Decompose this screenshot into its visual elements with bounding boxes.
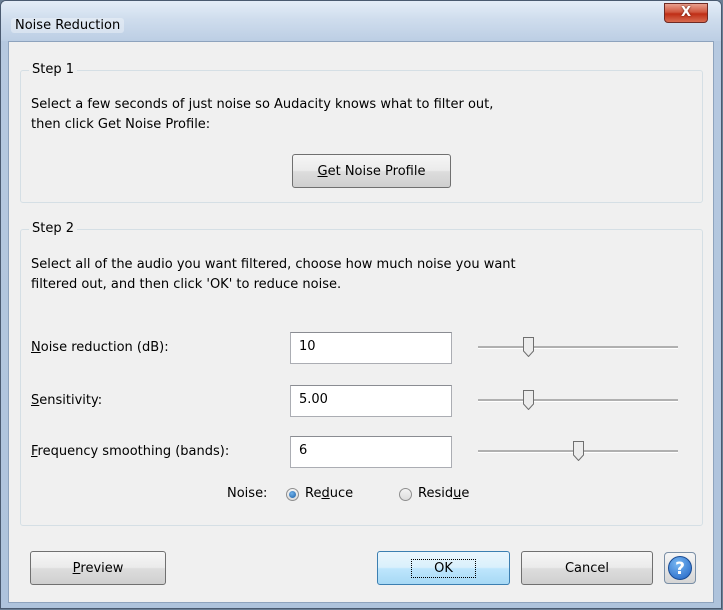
window-title: Noise Reduction bbox=[11, 18, 125, 33]
ok-button[interactable]: OK bbox=[377, 551, 510, 585]
get-noise-profile-label: et Noise Profile bbox=[327, 163, 426, 179]
dialog-client-area: Step 1 Select a few seconds of just nois… bbox=[8, 41, 714, 603]
title-bar[interactable]: Noise Reduction X bbox=[1, 1, 721, 41]
step1-instruction-line1: Select a few seconds of just noise so Au… bbox=[31, 97, 494, 112]
noise-reduction-field[interactable]: 10 bbox=[290, 332, 452, 364]
step2-instruction-line1: Select all of the audio you want filtere… bbox=[31, 257, 516, 272]
help-icon: ? bbox=[668, 556, 692, 580]
reduce-radio[interactable] bbox=[286, 488, 299, 501]
preview-button[interactable]: Preview bbox=[30, 551, 166, 585]
step1-instruction-line2: then click Get Noise Profile: bbox=[31, 117, 211, 132]
step2-instruction-line2: filtered out, and then click 'OK' to red… bbox=[31, 277, 342, 292]
noise-reduction-slider[interactable] bbox=[478, 333, 678, 363]
noise-reduction-dialog: Noise Reduction X Step 1 Select a few se… bbox=[0, 0, 722, 609]
frequency-smoothing-label: Frequency smoothing (bands): bbox=[31, 444, 230, 459]
slider-track bbox=[478, 399, 678, 402]
slider-thumb[interactable] bbox=[523, 390, 534, 410]
slider-track bbox=[478, 346, 678, 349]
sensitivity-label: Sensitivity: bbox=[31, 393, 103, 408]
sensitivity-field[interactable]: 5.00 bbox=[290, 385, 452, 417]
noise-mode-label: Noise: bbox=[227, 486, 268, 501]
residue-radio-label[interactable]: Residue bbox=[418, 484, 469, 504]
sensitivity-slider[interactable] bbox=[478, 386, 678, 416]
ok-label: OK bbox=[411, 558, 476, 578]
step1-group: Step 1 Select a few seconds of just nois… bbox=[20, 62, 703, 203]
step2-label: Step 2 bbox=[29, 221, 78, 236]
preview-label: review bbox=[80, 560, 124, 576]
slider-thumb[interactable] bbox=[573, 441, 584, 461]
cancel-button[interactable]: Cancel bbox=[521, 551, 653, 585]
preview-mnemonic: P bbox=[72, 560, 81, 576]
close-icon: X bbox=[680, 5, 692, 20]
frequency-smoothing-slider[interactable] bbox=[478, 437, 678, 467]
help-button[interactable]: ? bbox=[664, 552, 696, 584]
step2-group: Step 2 Select all of the audio you want … bbox=[20, 221, 703, 526]
get-noise-profile-mnemonic: G bbox=[317, 163, 328, 179]
residue-radio[interactable] bbox=[399, 488, 412, 501]
noise-reduction-label: Noise reduction (dB): bbox=[31, 340, 169, 355]
close-button[interactable]: X bbox=[664, 3, 708, 23]
reduce-radio-label[interactable]: Reduce bbox=[305, 484, 353, 504]
slider-thumb[interactable] bbox=[523, 337, 534, 357]
cancel-label: Cancel bbox=[564, 560, 610, 576]
step1-label: Step 1 bbox=[29, 62, 78, 77]
frequency-smoothing-field[interactable]: 6 bbox=[290, 436, 452, 468]
get-noise-profile-button[interactable]: Get Noise Profile bbox=[292, 154, 451, 188]
